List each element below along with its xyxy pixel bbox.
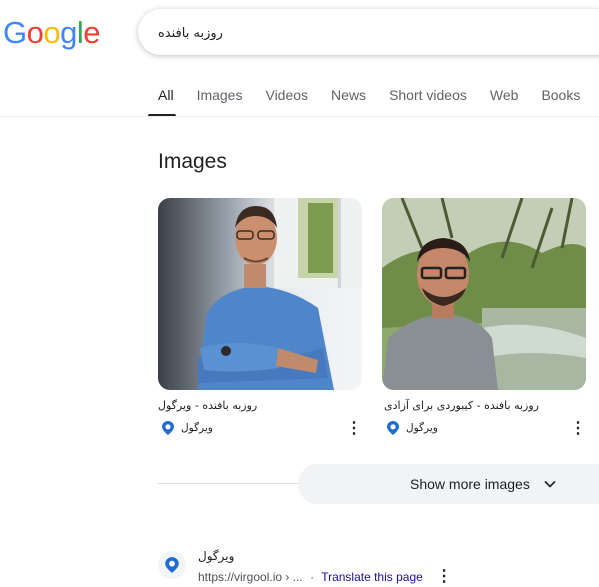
search-input[interactable] <box>156 9 460 57</box>
logo-letter: e <box>83 15 101 50</box>
more-options-icon[interactable]: ⋮ <box>436 569 452 585</box>
chevron-down-icon <box>544 480 556 488</box>
search-tabs: All Images Videos News Short videos Web … <box>148 83 599 117</box>
result-url-line: https://virgool.io › ... · Translate thi… <box>198 569 452 585</box>
tab-web[interactable]: Web <box>490 83 519 117</box>
image-title-1[interactable]: روزبه بافنده - ویرگول <box>158 399 257 412</box>
images-heading: Images <box>158 150 227 173</box>
image-source-1[interactable]: ویرگول <box>161 420 213 436</box>
result-site-name[interactable]: ویرگول <box>198 549 234 563</box>
show-more-images-button[interactable]: Show more images <box>298 464 599 504</box>
virgool-icon <box>162 421 174 435</box>
image-source-2[interactable]: ویرگول <box>386 420 438 436</box>
tab-news[interactable]: News <box>331 83 366 117</box>
result-favicon[interactable] <box>158 551 186 579</box>
search-box[interactable] <box>138 9 599 57</box>
section-divider <box>158 483 300 484</box>
tab-images[interactable]: Images <box>197 83 243 117</box>
virgool-icon <box>165 557 179 573</box>
person-photo-2 <box>382 198 586 390</box>
source-name: ویرگول <box>406 422 438 434</box>
google-logo[interactable]: Google <box>3 14 101 52</box>
tab-short-videos[interactable]: Short videos <box>389 83 467 117</box>
more-options-icon[interactable]: ⋮ <box>346 421 362 437</box>
tab-videos[interactable]: Videos <box>265 83 308 117</box>
show-more-label: Show more images <box>410 476 530 492</box>
logo-letter: G <box>3 15 27 50</box>
tab-all[interactable]: All <box>148 83 176 117</box>
person-photo-1 <box>158 198 362 390</box>
image-result-2[interactable] <box>382 198 586 390</box>
logo-letter: o <box>43 15 61 50</box>
logo-letter: o <box>26 15 44 50</box>
image-title-2[interactable]: روزبه بافنده - کیبوردی برای آزادی <box>384 399 539 412</box>
logo-letter: g <box>60 15 77 50</box>
image-result-1[interactable] <box>158 198 362 390</box>
virgool-icon <box>387 421 399 435</box>
translate-link[interactable]: Translate this page <box>321 570 423 584</box>
source-name: ویرگول <box>181 422 213 434</box>
result-url[interactable]: https://virgool.io › ... <box>198 570 303 584</box>
separator: · <box>310 570 315 584</box>
tabs-divider <box>0 116 599 117</box>
tab-books[interactable]: Books <box>541 83 580 117</box>
more-options-icon[interactable]: ⋮ <box>570 421 586 437</box>
